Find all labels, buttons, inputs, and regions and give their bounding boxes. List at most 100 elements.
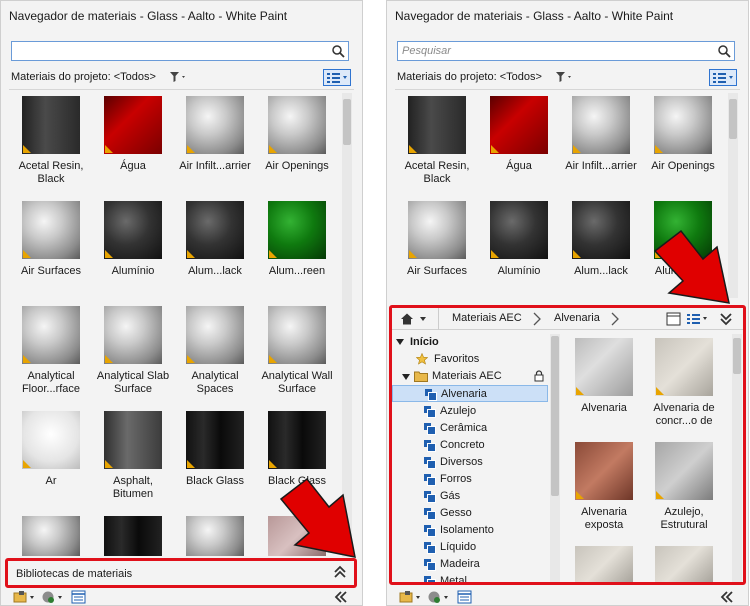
search-icon[interactable] bbox=[331, 44, 345, 58]
scrollbar-thumb[interactable] bbox=[343, 99, 351, 145]
expand-up-icon[interactable] bbox=[334, 565, 346, 579]
material-name: Air Openings bbox=[265, 160, 329, 172]
material-tile[interactable]: Analytical Floor...rface bbox=[11, 306, 91, 396]
scrollbar-thumb[interactable] bbox=[729, 99, 737, 139]
home-icon[interactable] bbox=[400, 312, 432, 326]
material-tile[interactable]: Air Surfaces bbox=[11, 201, 91, 278]
material-tile[interactable] bbox=[93, 516, 173, 556]
create-material-icon[interactable] bbox=[41, 590, 67, 604]
material-tile[interactable]: Asphalt, Bitumen bbox=[93, 411, 173, 501]
material-tile[interactable] bbox=[175, 516, 255, 556]
library-tile[interactable]: Azulejo, Estrutural bbox=[644, 442, 724, 532]
tree-item-home[interactable]: Início bbox=[392, 334, 548, 351]
breadcrumb-item-category[interactable]: Alvenaria bbox=[554, 312, 600, 324]
library-tile[interactable] bbox=[564, 546, 644, 582]
expand-caret-icon[interactable] bbox=[396, 338, 404, 346]
material-tile[interactable]: Alum...lack bbox=[561, 201, 641, 278]
material-tile[interactable]: Black Glass bbox=[175, 411, 255, 488]
tree-scrollbar[interactable] bbox=[550, 334, 560, 582]
tree-item-alvenaria[interactable]: Alvenaria bbox=[392, 385, 548, 402]
material-libraries-bar[interactable]: Bibliotecas de materiais bbox=[5, 558, 357, 588]
tree-item-madeira[interactable]: Madeira bbox=[392, 556, 548, 573]
material-tile[interactable]: Ar bbox=[11, 411, 91, 488]
material-tile[interactable] bbox=[11, 516, 91, 556]
editable-badge-icon bbox=[105, 460, 113, 468]
editable-badge-icon bbox=[105, 355, 113, 363]
tree-item-gesso[interactable]: Gesso bbox=[392, 505, 548, 522]
filter-icon[interactable] bbox=[169, 71, 187, 83]
material-name: Black Glass bbox=[185, 475, 245, 487]
tree-item-liquido[interactable]: Líquido bbox=[392, 539, 548, 556]
material-tile[interactable]: Água bbox=[93, 96, 173, 173]
panel-title: Navegador de materiais - Glass - Aalto -… bbox=[395, 9, 674, 23]
material-tile[interactable]: Analytical Spaces bbox=[175, 306, 255, 396]
library-scrollbar[interactable] bbox=[732, 334, 742, 582]
material-name: Analytical Floor...rface bbox=[21, 370, 81, 395]
collapse-left-icon[interactable] bbox=[719, 590, 735, 604]
scrollbar-thumb[interactable] bbox=[733, 338, 741, 374]
asset-editor-icon[interactable] bbox=[71, 590, 87, 604]
material-tile[interactable]: Air Infilt...arrier bbox=[175, 96, 255, 173]
scrollbar-thumb[interactable] bbox=[551, 336, 559, 496]
search-icon[interactable] bbox=[717, 44, 731, 58]
material-name: Acetal Resin, Black bbox=[18, 160, 84, 185]
editable-badge-icon bbox=[187, 355, 195, 363]
tree-item-concreto[interactable]: Concreto bbox=[392, 437, 548, 454]
tree-item-diversos[interactable]: Diversos bbox=[392, 454, 548, 471]
tree-item-ceramica[interactable]: Cerâmica bbox=[392, 420, 548, 437]
material-tile[interactable]: Alumínio bbox=[93, 201, 173, 278]
tree-item-library[interactable]: Materiais AEC bbox=[392, 368, 548, 385]
library-tile[interactable]: Alvenaria de concr...o de bbox=[644, 338, 724, 428]
library-folder-icon[interactable] bbox=[13, 590, 39, 604]
material-tile[interactable]: Acetal Resin, Black bbox=[11, 96, 91, 186]
editable-badge-icon bbox=[269, 145, 277, 153]
material-tile[interactable]: Air Infilt...arrier bbox=[561, 96, 641, 173]
create-material-icon[interactable] bbox=[427, 590, 453, 604]
library-folder-icon[interactable] bbox=[399, 590, 425, 604]
tree-label: Azulejo bbox=[440, 405, 477, 417]
panel-toggle-icon[interactable] bbox=[666, 312, 682, 326]
material-thumbnail bbox=[186, 96, 244, 154]
tree-item-forros[interactable]: Forros bbox=[392, 471, 548, 488]
tree-item-gas[interactable]: Gás bbox=[392, 488, 548, 505]
material-thumbnail bbox=[408, 96, 466, 154]
tree-label: Isolamento bbox=[440, 524, 494, 536]
material-tile[interactable]: Analytical Wall Surface bbox=[257, 306, 337, 396]
collapse-down-icon[interactable] bbox=[720, 312, 732, 326]
material-tile[interactable]: Air Openings bbox=[643, 96, 723, 173]
material-tile[interactable]: Alum...lack bbox=[175, 201, 255, 278]
asset-editor-icon[interactable] bbox=[457, 590, 473, 604]
tree-item-metal[interactable]: Metal bbox=[392, 573, 548, 582]
material-tile[interactable]: Alum...reen bbox=[257, 201, 337, 278]
library-tile[interactable]: Alvenaria bbox=[564, 338, 644, 415]
tree-item-favorites[interactable]: Favoritos bbox=[392, 351, 548, 368]
chevron-right-icon[interactable] bbox=[530, 312, 544, 326]
tree-label: Gás bbox=[440, 490, 461, 502]
material-name: Alvenaria bbox=[581, 402, 627, 414]
material-thumbnail bbox=[572, 201, 630, 259]
editable-badge-icon bbox=[23, 460, 31, 468]
filter-icon[interactable] bbox=[555, 71, 573, 83]
search-input[interactable] bbox=[11, 41, 349, 61]
tree-item-azulejo[interactable]: Azulejo bbox=[392, 403, 548, 420]
breadcrumb-item-library[interactable]: Materiais AEC bbox=[452, 312, 522, 324]
material-name: Analytical Slab Surface bbox=[96, 370, 170, 395]
list-view-icon[interactable] bbox=[686, 312, 712, 326]
material-name: Alvenaria de concr...o de bbox=[653, 402, 715, 427]
library-tile[interactable] bbox=[644, 546, 724, 582]
material-tile[interactable]: Analytical Slab Surface bbox=[93, 306, 173, 396]
expand-caret-icon[interactable] bbox=[402, 373, 410, 381]
chevron-right-icon[interactable] bbox=[608, 312, 622, 326]
material-tile[interactable]: Água bbox=[479, 96, 559, 173]
view-options-button[interactable] bbox=[323, 69, 351, 86]
search-input[interactable]: Pesquisar bbox=[397, 41, 735, 61]
tree-item-isolamento[interactable]: Isolamento bbox=[392, 522, 548, 539]
material-tile[interactable]: Acetal Resin, Black bbox=[397, 96, 477, 186]
view-options-button[interactable] bbox=[709, 69, 737, 86]
material-tile[interactable]: Air Openings bbox=[257, 96, 337, 173]
collapse-left-icon[interactable] bbox=[333, 590, 349, 604]
material-tile[interactable]: Air Surfaces bbox=[397, 201, 477, 278]
library-tile[interactable]: Alvenaria exposta bbox=[564, 442, 644, 532]
material-tile[interactable]: Alumínio bbox=[479, 201, 559, 278]
material-name: Acetal Resin, Black bbox=[404, 160, 470, 185]
